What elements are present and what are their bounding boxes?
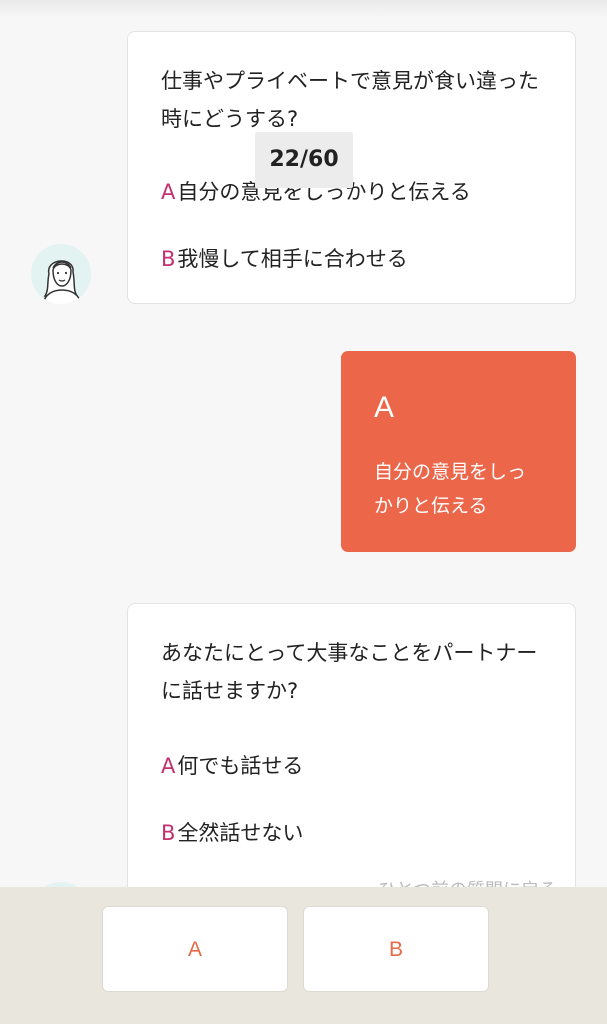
option-label: 全然話せない	[177, 821, 304, 845]
option-label: 我慢して相手に合わせる	[177, 247, 408, 271]
option-letter: B	[161, 821, 176, 845]
answer-text: 自分の意見をしっかりと伝える	[374, 461, 527, 517]
progress-counter: 22/60	[255, 132, 353, 188]
option-label: 何でも話せる	[177, 754, 304, 778]
answer-a-button[interactable]: A	[102, 906, 288, 992]
option-letter: B	[161, 247, 176, 271]
option-b: B全然話せない	[161, 817, 303, 847]
option-b: B我慢して相手に合わせる	[161, 243, 408, 273]
option-letter: A	[161, 180, 176, 204]
question-card-2: あなたにとって大事なことをパートナーに話せますか? A何でも話せる B全然話せな…	[127, 603, 576, 903]
answer-bubble: A 自分の意見をしっかりと伝える	[341, 351, 576, 552]
question-text: あなたにとって大事なことをパートナーに話せますか?	[161, 641, 538, 703]
option-a: A何でも話せる	[161, 750, 303, 780]
avatar-icon	[31, 244, 91, 304]
answer-b-button[interactable]: B	[303, 906, 489, 992]
question-text: 仕事やプライベートで意見が食い違った時にどうする?	[161, 69, 539, 131]
option-letter: A	[161, 754, 176, 778]
answer-bar: A B	[0, 887, 607, 1024]
top-shadow	[0, 0, 607, 18]
answer-letter: A	[374, 391, 395, 424]
